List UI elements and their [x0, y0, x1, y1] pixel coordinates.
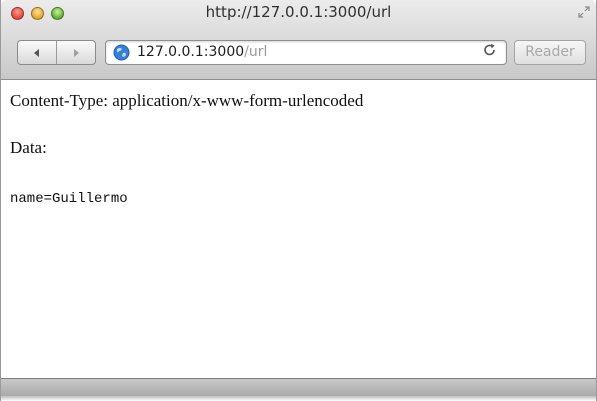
window-bottom-edge: [1, 396, 596, 401]
url-path: /url: [244, 44, 268, 60]
page-content: Content-Type: application/x-www-form-url…: [1, 80, 596, 378]
status-bar: [1, 378, 596, 396]
browser-window: http://127.0.0.1:3000/url 127.0.0.1:3000…: [0, 0, 597, 401]
forward-button[interactable]: [56, 41, 95, 64]
fullscreen-icon[interactable]: [578, 6, 590, 18]
address-bar[interactable]: 127.0.0.1:3000/url: [105, 40, 507, 65]
globe-icon: [113, 44, 130, 61]
back-arrow-icon: [32, 43, 42, 62]
forward-arrow-icon: [71, 43, 81, 62]
reload-icon[interactable]: [483, 43, 497, 62]
reader-button[interactable]: Reader: [514, 40, 586, 65]
back-button[interactable]: [18, 41, 56, 64]
back-forward-group: [17, 40, 96, 65]
browser-toolbar: http://127.0.0.1:3000/url 127.0.0.1:3000…: [1, 0, 596, 80]
address-url: 127.0.0.1:3000/url: [137, 44, 267, 61]
content-type-line: Content-Type: application/x-www-form-url…: [10, 91, 364, 110]
data-value: name=Guillermo: [10, 191, 128, 207]
url-host: 127.0.0.1:3000: [137, 44, 245, 60]
window-title: http://127.0.0.1:3000/url: [205, 3, 392, 21]
data-label: Data:: [10, 138, 47, 157]
